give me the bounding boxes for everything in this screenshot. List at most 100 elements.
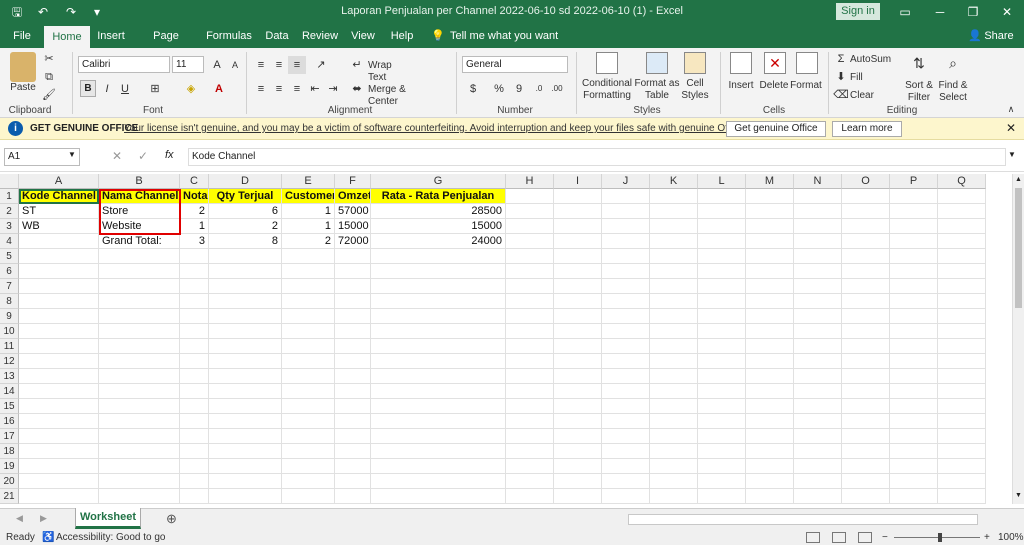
infobar-message-link[interactable]: Your license isn't genuine, and you may …	[124, 123, 773, 134]
cell[interactable]	[99, 444, 180, 459]
cell[interactable]	[746, 399, 794, 414]
cell[interactable]	[602, 204, 650, 219]
data-cell[interactable]: 2	[282, 234, 335, 249]
align-left-icon[interactable]: ≡	[252, 80, 270, 98]
column-header[interactable]: G	[371, 174, 506, 189]
cell[interactable]	[371, 474, 506, 489]
cell[interactable]	[698, 354, 746, 369]
cell[interactable]	[938, 189, 986, 204]
tab-formulas[interactable]: Formulas	[204, 24, 254, 48]
cell[interactable]	[650, 429, 698, 444]
cell[interactable]	[554, 354, 602, 369]
row-header[interactable]: 8	[0, 294, 19, 309]
cell[interactable]	[506, 369, 554, 384]
cell[interactable]	[698, 264, 746, 279]
cell[interactable]	[602, 249, 650, 264]
cell[interactable]	[938, 459, 986, 474]
new-sheet-button[interactable]: ⊕	[166, 511, 177, 527]
cell-styles-icon[interactable]	[684, 52, 706, 74]
cell[interactable]	[282, 294, 335, 309]
find-select-button[interactable]: Find & Select	[934, 80, 972, 104]
cell[interactable]	[99, 264, 180, 279]
prev-sheet-icon[interactable]: ◀	[16, 513, 23, 524]
paste-icon[interactable]	[10, 52, 36, 82]
cell[interactable]	[282, 474, 335, 489]
insert-cells-icon[interactable]	[730, 52, 752, 74]
cell[interactable]	[209, 414, 282, 429]
header-cell[interactable]: Kode Channel	[19, 189, 99, 204]
cell[interactable]	[650, 369, 698, 384]
cell[interactable]	[842, 309, 890, 324]
row-header[interactable]: 2	[0, 204, 19, 219]
cell[interactable]	[650, 264, 698, 279]
cell[interactable]	[842, 384, 890, 399]
cell[interactable]	[209, 339, 282, 354]
row-header[interactable]: 18	[0, 444, 19, 459]
cell[interactable]	[650, 399, 698, 414]
row-header[interactable]: 12	[0, 354, 19, 369]
font-size-select[interactable]: 11	[172, 56, 204, 73]
find-select-icon[interactable]: ⌕	[944, 54, 962, 72]
cell[interactable]	[180, 264, 209, 279]
percent-button[interactable]: %	[490, 80, 508, 98]
data-cell[interactable]: 24000	[371, 234, 506, 249]
cell[interactable]	[842, 369, 890, 384]
column-header[interactable]: H	[506, 174, 554, 189]
data-cell[interactable]: ST	[19, 204, 99, 219]
cell[interactable]	[794, 279, 842, 294]
cell[interactable]	[938, 429, 986, 444]
cell[interactable]	[938, 219, 986, 234]
column-header[interactable]: K	[650, 174, 698, 189]
conditional-formatting-button[interactable]: Conditional Formatting	[580, 78, 634, 102]
cell[interactable]	[506, 429, 554, 444]
cell[interactable]	[938, 474, 986, 489]
cell[interactable]	[842, 414, 890, 429]
cell[interactable]	[842, 234, 890, 249]
cell[interactable]	[371, 249, 506, 264]
cell[interactable]	[746, 204, 794, 219]
row-header[interactable]: 15	[0, 399, 19, 414]
cell[interactable]	[335, 444, 371, 459]
data-cell[interactable]: 15000	[371, 219, 506, 234]
cell[interactable]	[746, 414, 794, 429]
cell[interactable]	[602, 339, 650, 354]
cell[interactable]	[19, 444, 99, 459]
cell[interactable]	[698, 399, 746, 414]
column-header[interactable]: M	[746, 174, 794, 189]
cell[interactable]	[180, 444, 209, 459]
cell[interactable]	[746, 249, 794, 264]
cell[interactable]	[938, 414, 986, 429]
cell[interactable]	[554, 459, 602, 474]
get-genuine-office-button[interactable]: Get genuine Office	[726, 121, 826, 137]
cell[interactable]	[842, 324, 890, 339]
cell[interactable]	[890, 414, 938, 429]
cell[interactable]	[938, 204, 986, 219]
cell[interactable]	[506, 234, 554, 249]
normal-view-icon[interactable]	[806, 532, 820, 543]
cell[interactable]	[602, 414, 650, 429]
data-cell[interactable]	[19, 234, 99, 249]
cell[interactable]	[19, 324, 99, 339]
cell[interactable]	[209, 264, 282, 279]
cell[interactable]	[554, 399, 602, 414]
cell[interactable]	[890, 264, 938, 279]
close-button[interactable]: ✕	[992, 2, 1022, 22]
currency-button[interactable]: $	[464, 80, 482, 98]
cell[interactable]	[746, 324, 794, 339]
enter-icon[interactable]: ✓	[138, 149, 148, 163]
cell[interactable]	[698, 249, 746, 264]
share-button[interactable]: Share	[984, 24, 1014, 48]
cell[interactable]	[650, 444, 698, 459]
cell[interactable]	[794, 474, 842, 489]
format-cells-button[interactable]: Format	[788, 80, 824, 92]
cell[interactable]	[506, 309, 554, 324]
cell[interactable]	[890, 474, 938, 489]
cell[interactable]	[842, 354, 890, 369]
column-header[interactable]: Q	[938, 174, 986, 189]
cell[interactable]	[698, 324, 746, 339]
cell[interactable]	[335, 309, 371, 324]
cell[interactable]	[335, 474, 371, 489]
cell[interactable]	[842, 264, 890, 279]
cell[interactable]	[180, 309, 209, 324]
cancel-icon[interactable]: ✕	[112, 149, 122, 163]
